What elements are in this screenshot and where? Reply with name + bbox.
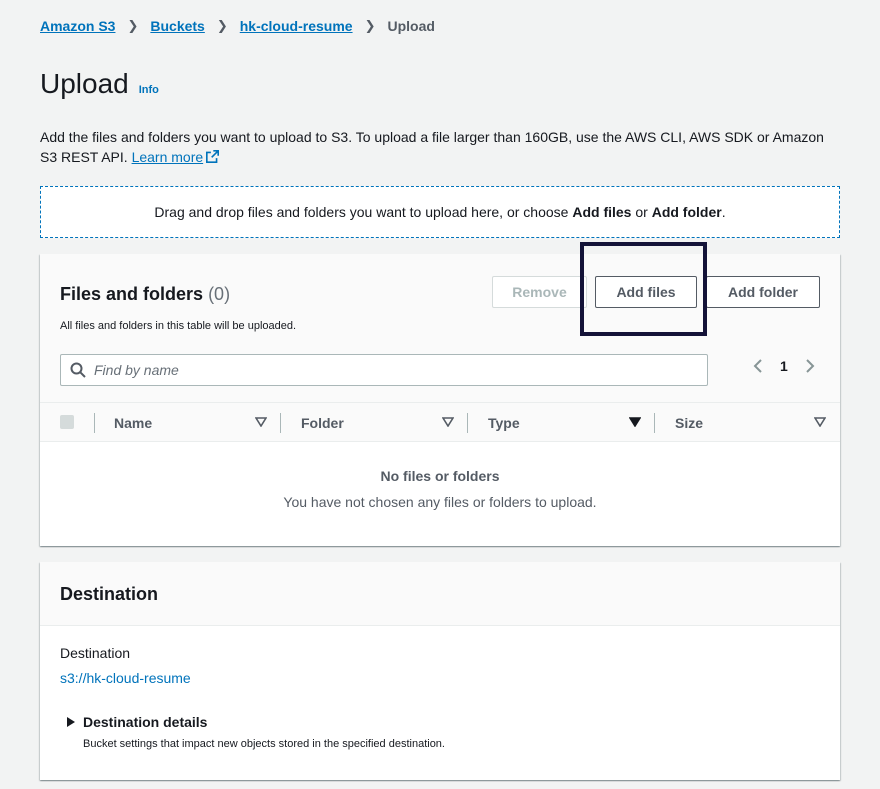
chevron-right-icon: ❯: [216, 18, 228, 33]
breadcrumb-current: Upload: [387, 18, 435, 34]
files-panel-title: Files and folders (0): [60, 284, 230, 305]
page-description: Add the files and folders you want to up…: [40, 127, 840, 167]
dropzone-add-files: Add files: [572, 204, 632, 220]
column-divider: [654, 413, 655, 433]
page-title: Upload: [40, 68, 129, 99]
chevron-right-icon: ❯: [127, 18, 139, 33]
breadcrumb-buckets[interactable]: Buckets: [150, 18, 204, 34]
dropzone-add-folder: Add folder: [651, 204, 722, 220]
destination-link[interactable]: s3://hk-cloud-resume: [60, 670, 191, 686]
destination-header: Destination: [40, 562, 840, 626]
chevron-left-icon[interactable]: [752, 358, 764, 374]
sort-icon[interactable]: [442, 417, 454, 427]
column-size[interactable]: Size: [675, 415, 703, 431]
caret-right-icon: [67, 717, 75, 727]
add-folder-button[interactable]: Add folder: [706, 276, 820, 308]
sort-icon[interactable]: [814, 417, 826, 427]
learn-more-label: Learn more: [131, 149, 204, 165]
info-link[interactable]: Info: [139, 84, 159, 96]
search-icon: [70, 362, 86, 378]
destination-panel: Destination Destination s3://hk-cloud-re…: [40, 562, 840, 780]
sort-icon[interactable]: [629, 417, 641, 427]
empty-state-subtitle: You have not chosen any files or folders…: [283, 494, 597, 510]
chevron-right-icon: ❯: [364, 18, 376, 33]
dropzone-prefix: Drag and drop files and folders you want…: [154, 204, 569, 220]
page-header: Upload Info: [40, 68, 159, 100]
column-name[interactable]: Name: [114, 415, 152, 431]
files-title-text: Files and folders: [60, 284, 204, 304]
destination-label: Destination: [60, 645, 131, 661]
learn-more-link[interactable]: Learn more: [132, 149, 220, 165]
files-and-folders-panel: Files and folders (0) All files and fold…: [40, 242, 840, 546]
search-input[interactable]: [94, 362, 694, 378]
empty-state-title: No files or folders: [380, 468, 500, 484]
column-divider: [467, 413, 468, 433]
files-panel-subtitle: All files and folders in this table will…: [60, 320, 297, 332]
dropzone-suffix: .: [721, 204, 726, 220]
files-count: (0): [208, 284, 231, 304]
destination-title: Destination: [60, 584, 159, 604]
select-all-checkbox[interactable]: [60, 415, 74, 429]
breadcrumb-amazon-s3[interactable]: Amazon S3: [40, 18, 115, 34]
destination-details-label: Destination details: [83, 714, 208, 730]
external-link-icon: [206, 150, 220, 163]
upload-dropzone[interactable]: Drag and drop files and folders you want…: [40, 186, 840, 238]
remove-button[interactable]: Remove: [492, 276, 587, 308]
column-folder[interactable]: Folder: [301, 415, 344, 431]
breadcrumb-bucket[interactable]: hk-cloud-resume: [240, 18, 353, 34]
table-header: Name Folder Type Size: [40, 402, 840, 442]
column-type[interactable]: Type: [488, 415, 520, 431]
pagination: 1: [752, 358, 816, 374]
destination-details-toggle[interactable]: Destination details: [66, 714, 207, 730]
search-box: [60, 354, 708, 386]
breadcrumb: Amazon S3 ❯ Buckets ❯ hk-cloud-resume ❯ …: [40, 18, 435, 34]
column-divider: [280, 413, 281, 433]
add-files-button[interactable]: Add files: [595, 276, 697, 308]
destination-details-description: Bucket settings that impact new objects …: [83, 738, 445, 750]
page-number[interactable]: 1: [780, 358, 788, 374]
column-divider: [94, 413, 95, 433]
sort-icon[interactable]: [255, 417, 267, 427]
chevron-right-icon[interactable]: [804, 358, 816, 374]
dropzone-or: or: [631, 204, 652, 220]
